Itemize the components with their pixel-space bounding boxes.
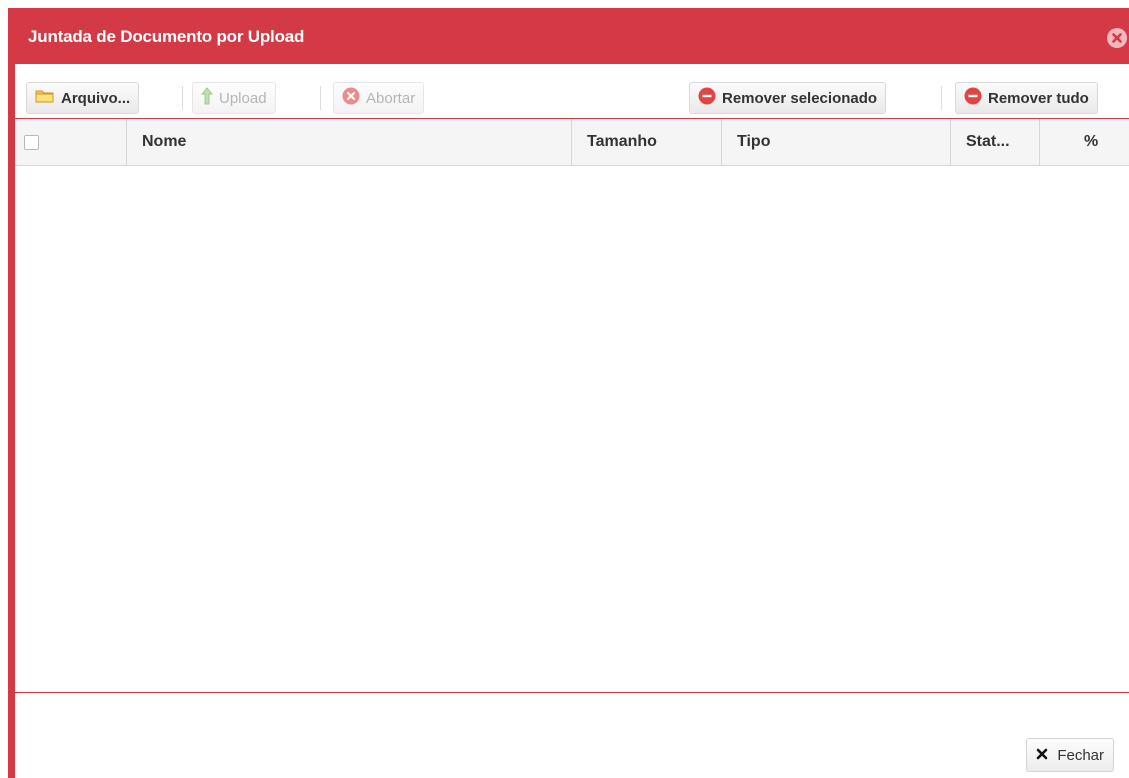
- x-icon: [1036, 747, 1048, 764]
- upload-dialog: Juntada de Documento por Upload Arquivo.…: [8, 8, 1129, 778]
- dialog-titlebar: Juntada de Documento por Upload: [8, 8, 1129, 64]
- remover-selecionado-button[interactable]: Remover selecionado: [689, 82, 887, 114]
- toolbar-separator: [941, 86, 942, 110]
- minus-circle-icon: [698, 87, 716, 109]
- column-percent[interactable]: %: [1040, 119, 1129, 165]
- abortar-button[interactable]: Abortar: [333, 82, 425, 114]
- upload-button[interactable]: Upload: [192, 82, 276, 114]
- column-tipo[interactable]: Tipo: [722, 119, 951, 165]
- arquivo-button[interactable]: Arquivo...: [26, 82, 140, 114]
- abortar-label: Abortar: [366, 89, 416, 107]
- column-nome[interactable]: Nome: [127, 119, 572, 165]
- arrow-up-icon: [200, 87, 214, 109]
- column-status[interactable]: Stat...: [951, 119, 1040, 165]
- remover-selecionado-label: Remover selecionado: [722, 89, 878, 107]
- fechar-button[interactable]: Fechar: [1026, 738, 1114, 772]
- select-all-checkbox[interactable]: [24, 135, 39, 150]
- minus-circle-icon: [964, 87, 982, 109]
- toolbar-separator: [182, 86, 183, 110]
- grid-header: Nome Tamanho Tipo Stat... %: [15, 119, 1129, 166]
- toolbar-separator: [320, 86, 321, 110]
- close-icon[interactable]: [1107, 28, 1127, 48]
- cancel-circle-icon: [342, 87, 360, 109]
- grid-body: [15, 166, 1129, 693]
- arquivo-label: Arquivo...: [61, 89, 131, 107]
- column-tamanho[interactable]: Tamanho: [572, 119, 722, 165]
- dialog-title: Juntada de Documento por Upload: [28, 27, 305, 46]
- upload-label: Upload: [219, 89, 267, 107]
- folder-icon: [35, 88, 55, 108]
- remover-tudo-button[interactable]: Remover tudo: [955, 82, 1098, 114]
- file-grid: Nome Tamanho Tipo Stat... %: [15, 118, 1129, 693]
- select-all-column: [15, 119, 127, 165]
- fechar-label: Fechar: [1057, 746, 1104, 764]
- remover-tudo-label: Remover tudo: [988, 89, 1089, 107]
